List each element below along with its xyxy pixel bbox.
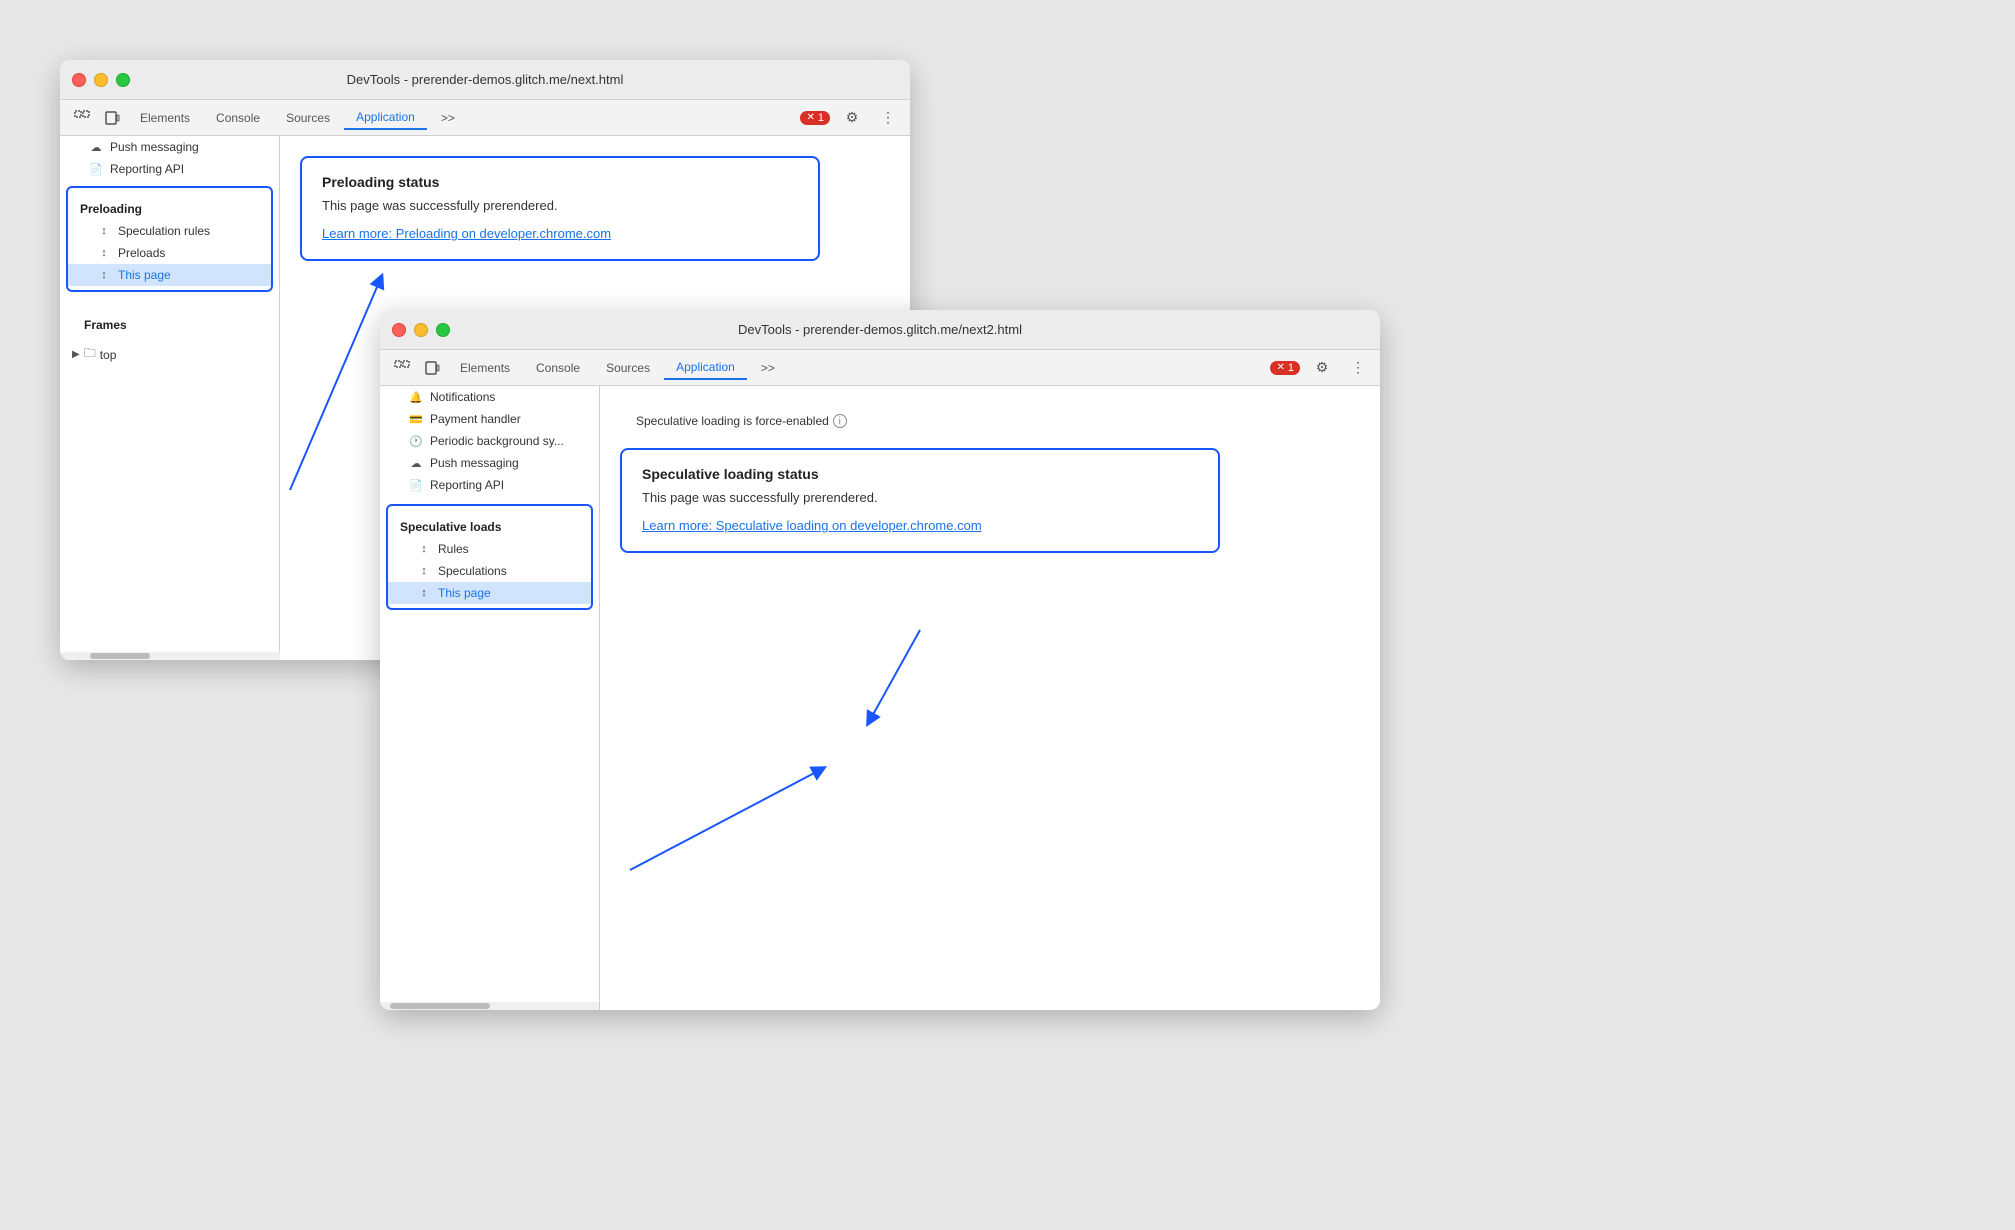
- sidebar-item-reporting-api-1[interactable]: 📄 Reporting API: [60, 158, 279, 180]
- titlebar-2: DevTools - prerender-demos.glitch.me/nex…: [380, 310, 1380, 350]
- sidebar-item-this-page-2[interactable]: ↕ This page: [388, 582, 591, 604]
- devtools-tabbar-1: Elements Console Sources Application >> …: [60, 100, 910, 136]
- sidebar-scrollbar-thumb-1: [90, 653, 150, 659]
- window-title-2: DevTools - prerender-demos.glitch.me/nex…: [738, 322, 1022, 337]
- tab-overflow-2[interactable]: >>: [749, 357, 787, 379]
- sidebar-item-periodic-bg-2[interactable]: 🕐 Periodic background sy...: [380, 430, 599, 452]
- sidebar-item-reporting-2[interactable]: 📄 Reporting API: [380, 474, 599, 496]
- clock-icon-2: 🕐: [408, 435, 424, 448]
- sidebar-scrollbar-thumb-2: [390, 1003, 490, 1009]
- window-title-1: DevTools - prerender-demos.glitch.me/nex…: [347, 72, 624, 87]
- titlebar-1: DevTools - prerender-demos.glitch.me/nex…: [60, 60, 910, 100]
- preloading-status-card-1: Preloading status This page was successf…: [300, 156, 820, 261]
- push-icon-2: ☁: [408, 457, 424, 470]
- speculative-loads-header-2: Speculative loads: [388, 510, 591, 538]
- tab-sources-1[interactable]: Sources: [274, 107, 342, 129]
- sidebar-2: 🔔 Notifications 💳 Payment handler 🕐 Peri…: [380, 386, 600, 1010]
- sidebar-item-payment-handler-2[interactable]: 💳 Payment handler: [380, 408, 599, 430]
- maximize-button-2[interactable]: [436, 323, 450, 337]
- speculative-status-text-2: This page was successfully prerendered.: [642, 490, 1198, 505]
- devtools-body-2: 🔔 Notifications 💳 Payment handler 🕐 Peri…: [380, 386, 1380, 1010]
- tab-console-1[interactable]: Console: [204, 107, 272, 129]
- error-count-2: 1: [1288, 362, 1294, 374]
- chevron-right-icon-1: ▶: [72, 349, 80, 360]
- settings-icon-2[interactable]: ⚙: [1308, 354, 1336, 382]
- force-enabled-notice: Speculative loading is force-enabled i: [620, 406, 1360, 432]
- sidebar-item-push-messaging-1[interactable]: ☁ Push messaging: [60, 136, 279, 158]
- device-icon-2[interactable]: [418, 354, 446, 382]
- folder-icon-1: 🗀: [84, 344, 96, 365]
- tab-console-2[interactable]: Console: [524, 357, 592, 379]
- preloading-box-1: Preloading ↕ Speculation rules ↕ Preload…: [66, 186, 273, 292]
- arrows-icon-tp-1: ↕: [96, 269, 112, 281]
- tab-sources-2[interactable]: Sources: [594, 357, 662, 379]
- sidebar-item-speculation-rules-1[interactable]: ↕ Speculation rules: [68, 220, 271, 242]
- info-icon-2: i: [833, 414, 847, 428]
- sidebar-scrollbar-2[interactable]: [380, 1002, 600, 1010]
- sidebar-item-this-page-1[interactable]: ↕ This page: [68, 264, 271, 286]
- payment-icon-2: 💳: [408, 413, 424, 426]
- arrows-icon-pl-1: ↕: [96, 247, 112, 259]
- sidebar-item-push-2[interactable]: ☁ Push messaging: [380, 452, 599, 474]
- preloading-status-text-1: This page was successfully prerendered.: [322, 198, 798, 213]
- tab-elements-2[interactable]: Elements: [448, 357, 522, 379]
- more-icon-2[interactable]: ⋮: [1344, 354, 1372, 382]
- inspect-icon-2[interactable]: [388, 354, 416, 382]
- minimize-button-1[interactable]: [94, 73, 108, 87]
- settings-icon-1[interactable]: ⚙: [838, 104, 866, 132]
- speculative-loads-box-2: Speculative loads ↕ Rules ↕ Speculations…: [386, 504, 593, 610]
- preloading-status-link-1[interactable]: Learn more: Preloading on developer.chro…: [322, 226, 611, 241]
- speculative-status-title-2: Speculative loading status: [642, 466, 1198, 482]
- tab-overflow-1[interactable]: >>: [429, 107, 467, 129]
- more-icon-1[interactable]: ⋮: [874, 104, 902, 132]
- close-button-1[interactable]: [72, 73, 86, 87]
- doc-icon-1: 📄: [88, 163, 104, 176]
- sidebar-1: ☁ Push messaging 📄 Reporting API Preload…: [60, 136, 280, 660]
- sidebar-item-notifications-2[interactable]: 🔔 Notifications: [380, 386, 599, 408]
- bell-icon-2: 🔔: [408, 391, 424, 404]
- arrows-icon-spec-2: ↕: [416, 565, 432, 577]
- error-count-1: 1: [818, 112, 824, 124]
- tab-elements-1[interactable]: Elements: [128, 107, 202, 129]
- inspect-icon-1[interactable]: [68, 104, 96, 132]
- preloading-status-title-1: Preloading status: [322, 174, 798, 190]
- error-badge-2: ✕ 1: [1270, 361, 1300, 375]
- frames-top-1[interactable]: ▶ 🗀 top: [60, 340, 279, 369]
- error-x-icon-1: ✕: [806, 112, 814, 123]
- arrows-icon-sr-1: ↕: [96, 225, 112, 237]
- speculative-status-link-2[interactable]: Learn more: Speculative loading on devel…: [642, 518, 982, 533]
- frames-section-1: Frames: [60, 298, 279, 340]
- sidebar-item-preloads-1[interactable]: ↕ Preloads: [68, 242, 271, 264]
- device-icon-1[interactable]: [98, 104, 126, 132]
- main-panel-2: Speculative loading is force-enabled i S…: [600, 386, 1380, 1010]
- push-icon-1: ☁: [88, 141, 104, 154]
- sidebar-item-rules-2[interactable]: ↕ Rules: [388, 538, 591, 560]
- devtools-tabbar-2: Elements Console Sources Application >> …: [380, 350, 1380, 386]
- doc-icon-2: 📄: [408, 479, 424, 492]
- devtools-window-2: DevTools - prerender-demos.glitch.me/nex…: [380, 310, 1380, 1010]
- window-controls-1: [72, 73, 130, 87]
- error-badge-1: ✕ 1: [800, 111, 830, 125]
- frames-header-1: Frames: [72, 308, 267, 336]
- minimize-button-2[interactable]: [414, 323, 428, 337]
- window-controls-2: [392, 323, 450, 337]
- arrows-icon-rules-2: ↕: [416, 543, 432, 555]
- sidebar-scrollbar-1[interactable]: [60, 652, 280, 660]
- preloading-header-1: Preloading: [68, 192, 271, 220]
- tab-application-1[interactable]: Application: [344, 106, 427, 130]
- arrows-icon-tp-2: ↕: [416, 587, 432, 599]
- close-button-2[interactable]: [392, 323, 406, 337]
- maximize-button-1[interactable]: [116, 73, 130, 87]
- speculative-status-card-2: Speculative loading status This page was…: [620, 448, 1220, 553]
- error-x-icon-2: ✕: [1276, 362, 1284, 373]
- sidebar-item-speculations-2[interactable]: ↕ Speculations: [388, 560, 591, 582]
- tab-application-2[interactable]: Application: [664, 356, 747, 380]
